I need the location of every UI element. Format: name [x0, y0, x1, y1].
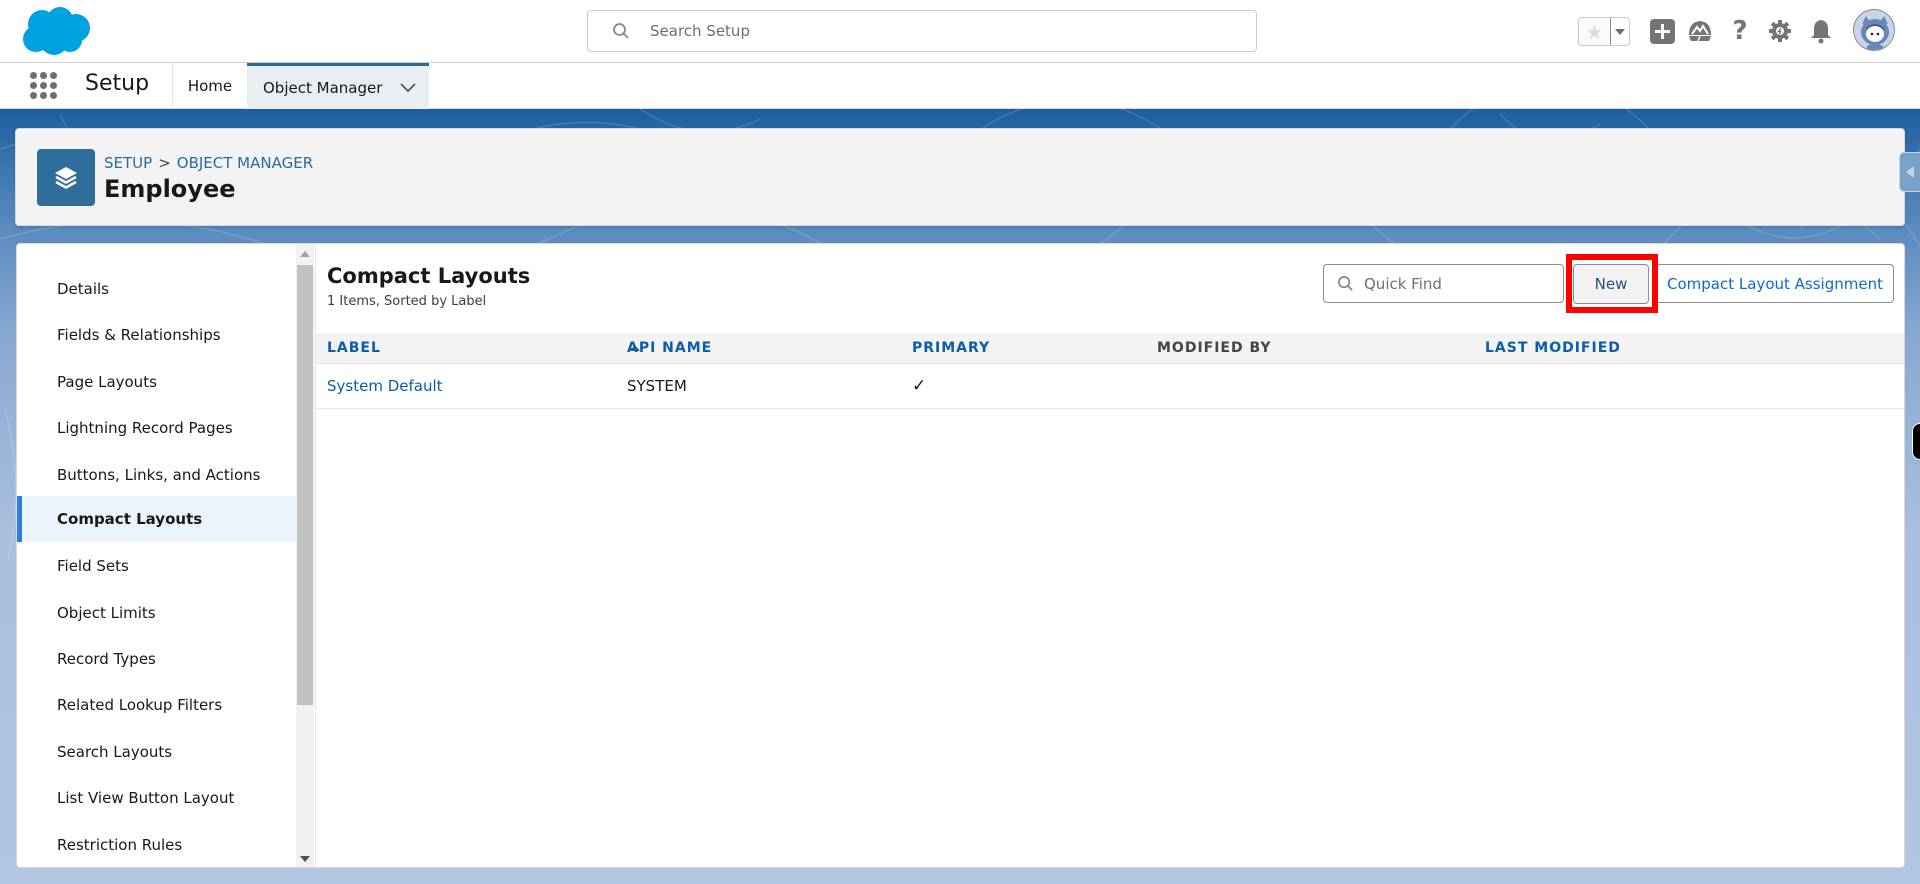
sidebar-item-label: Compact Layouts: [57, 510, 203, 528]
sidebar-item-compact-layouts[interactable]: Compact Layouts: [17, 496, 296, 542]
table-header: LABEL API NAME PRIMARY MODIFIED BY LAST …: [316, 333, 1904, 364]
caret-down-icon: [1614, 28, 1625, 35]
sidebar-item-record-types[interactable]: Record Types: [17, 636, 296, 682]
sidebar-item-page-layouts[interactable]: Page Layouts: [17, 359, 296, 405]
global-create-button[interactable]: [1649, 18, 1675, 44]
search-setup-box[interactable]: [587, 10, 1257, 52]
cell-label-link[interactable]: System Default: [327, 364, 443, 408]
object-icon: [37, 149, 95, 206]
notifications-button[interactable]: [1808, 18, 1834, 44]
search-setup-input[interactable]: [650, 22, 1210, 40]
sidebar-item-list-view-button-layout[interactable]: List View Button Layout: [17, 775, 296, 821]
app-launcher-icon[interactable]: [30, 72, 57, 99]
favorites-group: ★: [1578, 17, 1630, 46]
search-icon: [613, 23, 629, 39]
quick-find-input[interactable]: [1364, 274, 1554, 293]
tab-object-manager-label: Object Manager: [263, 78, 383, 97]
tab-object-manager[interactable]: Object Manager: [247, 63, 429, 109]
breadcrumb-separator: >: [158, 154, 171, 172]
setup-gear-button[interactable]: [1767, 18, 1793, 44]
floating-side-handle[interactable]: [1912, 423, 1920, 460]
favorites-star-icon[interactable]: ★: [1579, 18, 1610, 45]
user-avatar[interactable]: [1853, 9, 1895, 51]
sidebar-scrollbar[interactable]: [296, 244, 314, 867]
sidebar-item-label: Fields & Relationships: [57, 326, 221, 344]
stack-layers-icon: [55, 166, 77, 189]
scroll-up-arrow-icon[interactable]: [300, 251, 310, 257]
sidebar-item-label: Search Layouts: [57, 743, 173, 761]
app-navigation-bar: Setup Home Object Manager: [0, 63, 1920, 109]
sidebar-item-label: Object Limits: [57, 604, 156, 622]
search-icon: [1338, 276, 1353, 291]
column-header-primary[interactable]: PRIMARY: [912, 333, 990, 363]
cell-api-name: SYSTEM: [627, 377, 687, 395]
app-name: Setup: [85, 71, 150, 96]
quick-find-box[interactable]: [1323, 264, 1564, 303]
sidebar-item-label: Buttons, Links, and Actions: [57, 466, 261, 484]
bell-icon: [1811, 20, 1831, 44]
astro-avatar-icon: [1854, 10, 1894, 50]
breadcrumb-object-manager[interactable]: OBJECT MANAGER: [177, 154, 313, 172]
column-header-api-name[interactable]: API NAME: [627, 333, 712, 363]
sidebar-item-details[interactable]: Details: [17, 266, 296, 312]
column-header-label[interactable]: LABEL: [327, 333, 381, 363]
content-title: Compact Layouts: [327, 264, 531, 288]
trailhead-button[interactable]: [1687, 18, 1713, 44]
compact-layout-assignment-button[interactable]: Compact Layout Assignment: [1656, 264, 1894, 303]
checkmark-icon: ✓: [912, 376, 927, 396]
sidebar-item-label: Lightning Record Pages: [57, 419, 233, 437]
gear-icon: [1769, 20, 1791, 42]
sidebar-item-label: Related Lookup Filters: [57, 696, 223, 714]
column-header-modified-by: MODIFIED BY: [1157, 340, 1272, 356]
sidebar-item-label: Page Layouts: [57, 373, 157, 391]
help-button[interactable]: ?: [1727, 16, 1753, 46]
sidebar-item-label: Field Sets: [57, 557, 129, 575]
breadcrumb-setup[interactable]: SETUP: [104, 154, 152, 172]
highlight-box: [1566, 254, 1658, 313]
scrollbar-thumb[interactable]: [297, 265, 313, 705]
salesforce-logo[interactable]: [20, 6, 92, 56]
content-subtitle: 1 Items, Sorted by Label: [327, 294, 487, 309]
sidebar-item-object-limits[interactable]: Object Limits: [17, 590, 296, 636]
table-row: System Default SYSTEM ✓: [316, 364, 1904, 409]
sidebar-item-label: Record Types: [57, 650, 156, 668]
scroll-down-arrow-icon[interactable]: [300, 856, 310, 862]
compact-layouts-table: LABEL API NAME PRIMARY MODIFIED BY LAST …: [316, 333, 1904, 409]
sidebar-item-related-lookup-filters[interactable]: Related Lookup Filters: [17, 682, 296, 728]
caret-left-icon: [1906, 166, 1914, 178]
sidebar-item-label: Restriction Rules: [57, 836, 183, 854]
chevron-down-icon[interactable]: [400, 82, 417, 93]
help-icon: ?: [1732, 16, 1748, 46]
object-header: SETUP > OBJECT MANAGER Employee: [15, 128, 1905, 226]
global-header: ★ ?: [0, 0, 1920, 63]
sidebar-item-label: List View Button Layout: [57, 789, 235, 807]
column-header-last-modified[interactable]: LAST MODIFIED: [1485, 333, 1621, 363]
sidebar-item-label: Details: [57, 280, 110, 298]
favorites-dropdown-button[interactable]: [1609, 18, 1629, 45]
sidebar-item-restriction-rules[interactable]: Restriction Rules: [17, 822, 296, 867]
sidebar-item-lightning-record-pages[interactable]: Lightning Record Pages: [17, 405, 296, 451]
main-panel: Details Fields & Relationships Page Layo…: [16, 243, 1905, 868]
sidebar-item-fields-relationships[interactable]: Fields & Relationships: [17, 312, 296, 358]
breadcrumb: SETUP > OBJECT MANAGER: [104, 154, 313, 172]
object-sidebar: Details Fields & Relationships Page Layo…: [17, 244, 296, 867]
compact-layouts-content: Compact Layouts 1 Items, Sorted by Label…: [316, 244, 1904, 867]
sidebar-item-field-sets[interactable]: Field Sets: [17, 543, 296, 589]
sidebar-item-buttons-links-actions[interactable]: Buttons, Links, and Actions: [17, 452, 296, 498]
tab-home[interactable]: Home: [173, 63, 247, 109]
page-title: Employee: [104, 175, 236, 203]
plus-icon: [1649, 18, 1675, 44]
tab-home-label: Home: [187, 77, 233, 95]
utility-side-tab[interactable]: [1899, 152, 1920, 192]
trailhead-icon: [1689, 21, 1711, 42]
sidebar-item-search-layouts[interactable]: Search Layouts: [17, 729, 296, 775]
